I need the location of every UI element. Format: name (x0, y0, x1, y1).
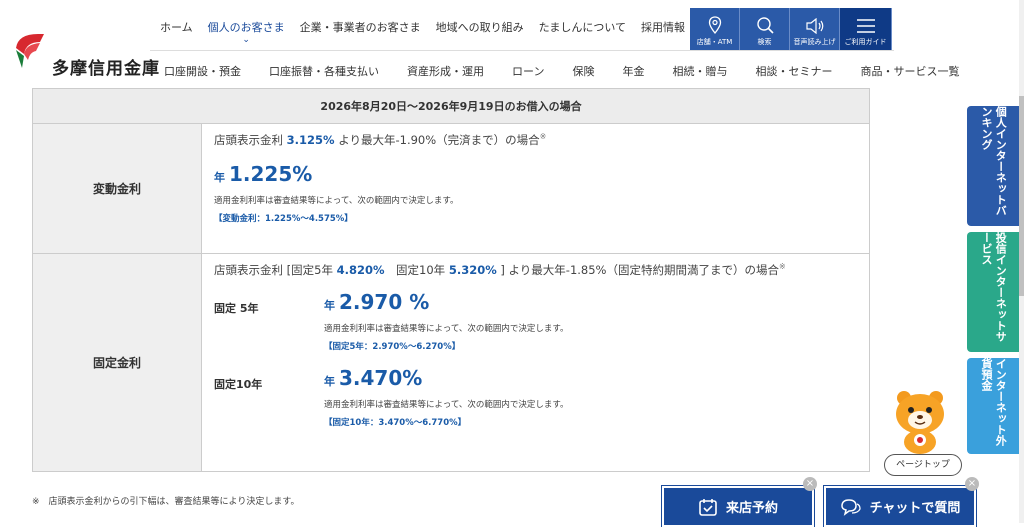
subnav-consulting[interactable]: 相談・セミナー (741, 63, 846, 79)
mascot-tiger-icon[interactable] (888, 388, 952, 458)
rate-number: 2.970 % (339, 290, 430, 314)
rate-range: 【変動金利：1.225%～4.575%】 (214, 214, 353, 224)
visit-reservation-label: 来店予約 (725, 501, 778, 516)
page-top-button[interactable]: ページトップ (884, 454, 962, 476)
subnav-account[interactable]: 口座開設・預金 (150, 63, 255, 79)
chevron-down-icon: ⌄ (242, 35, 250, 45)
chat-button[interactable]: チャットで質問 (824, 486, 976, 527)
guide-button[interactable]: ご利用ガイド (840, 8, 892, 50)
logo-mark-icon (14, 32, 46, 76)
table-heading: 2026年8月20日～2026年9月19日のお借入の場合 (32, 88, 870, 124)
footnote: ※ 店頭表示金利からの引下幅は、審査結果等により決定します。 (32, 497, 300, 507)
visit-reservation-button[interactable]: 来店予約 (662, 486, 814, 527)
guide-label: ご利用ガイド (844, 38, 887, 46)
fixed-cond-mid: 固定10年 (384, 263, 449, 277)
subnav-payment[interactable]: 口座振替・各種支払い (255, 63, 393, 79)
rate-table: 2026年8月20日～2026年9月19日のお借入の場合 変動金利 店頭表示金利… (32, 88, 870, 472)
fixed-rate-detail: 店頭表示金利 [固定5年 4.820% 固定10年 5.320% ] より最大年… (201, 253, 870, 472)
variable-cond-pre: 店頭表示金利 (214, 133, 287, 147)
rate-number: 1.225% (229, 162, 313, 186)
fixed-cond-rate10: 5.320% (448, 263, 497, 277)
map-pin-icon (708, 16, 721, 34)
fixed-5y-block: 固定 5年 年 2.970 % 適用金利利率は審査結果等によって、次の範囲内で決定… (214, 290, 859, 352)
rate-prefix: 年 (324, 299, 335, 312)
fixed-condition: 店頭表示金利 [固定5年 4.820% 固定10年 5.320% ] より最大年… (214, 262, 859, 278)
subnav-loan[interactable]: ローン (498, 63, 558, 79)
site-header: 多摩信用金庫 ホーム 個人のお客さま ⌄ 企業・事業者のお客さま 地域への取り組み… (0, 0, 1024, 92)
topnav-business[interactable]: 企業・事業者のお客さま (300, 19, 421, 35)
rate-content: 2026年8月20日～2026年9月19日のお借入の場合 変動金利 店頭表示金利… (32, 88, 870, 472)
rate-range: 【固定10年：3.470%～6.770%】 (324, 418, 467, 428)
rate-note: 適用金利利率は審査結果等によって、次の範囲内で決定します。 (324, 324, 569, 334)
fixed-5y-label: 固定 5年 (214, 302, 259, 315)
fixed-cond-pre: 店頭表示金利 [固定5年 (214, 263, 337, 277)
rate-range: 【固定5年：2.970%～6.270%】 (324, 342, 461, 352)
fixed-rate-label: 固定金利 (32, 253, 202, 472)
rate-prefix: 年 (324, 375, 335, 388)
subnav-products[interactable]: 商品・サービス一覧 (846, 63, 973, 79)
scrollbar-thumb[interactable] (1019, 96, 1024, 296)
variable-condition: 店頭表示金利 3.125% より最大年-1.90%（完済まで）の場合※ (214, 132, 859, 148)
store-atm-label: 店舗・ATM (696, 38, 733, 46)
close-chat-button[interactable]: × (965, 477, 979, 491)
speaker-icon (805, 18, 823, 34)
logo-text: 多摩信用金庫 (52, 59, 160, 79)
side-tab-internet-banking[interactable]: 個人インターネットバンキング (967, 106, 1019, 226)
fixed-cond-post: ] より最大年-1.85%（固定特約期間満了まで）の場合 (496, 263, 779, 277)
variable-cond-post: より最大年-1.90%（完済まで）の場合 (334, 133, 540, 147)
close-reservation-button[interactable]: × (803, 477, 817, 491)
logo[interactable]: 多摩信用金庫 (14, 28, 160, 79)
subnav-pension[interactable]: 年金 (608, 63, 658, 79)
fixed-5y-values: 年 2.970 % 適用金利利率は審査結果等によって、次の範囲内で決定します。 【… (324, 290, 569, 352)
search-label: 検索 (757, 38, 772, 46)
chat-bubble-icon (840, 498, 861, 516)
variable-rate-value: 年 1.225% (214, 162, 859, 186)
variable-rate-label: 変動金利 (32, 123, 202, 254)
fixed-10y-label: 固定10年 (214, 378, 263, 391)
fixed-10y-block: 固定10年 年 3.470% 適用金利利率は審査結果等によって、次の範囲内で決定し… (214, 366, 859, 428)
subnav-investment[interactable]: 資産形成・運用 (393, 63, 498, 79)
rate-number: 3.470% (339, 366, 423, 390)
topnav-recruit[interactable]: 採用情報 (641, 19, 685, 35)
footnote-mark: ※ (539, 132, 547, 142)
rate-prefix: 年 (214, 171, 225, 184)
read-aloud-button[interactable]: 音声読み上げ (790, 8, 840, 50)
calendar-icon (699, 498, 717, 516)
store-atm-button[interactable]: 店舗・ATM (690, 8, 740, 50)
subnav-insurance[interactable]: 保険 (558, 63, 608, 79)
top-nav: ホーム 個人のお客さま ⌄ 企業・事業者のお客さま 地域への取り組み たましんにつ… (160, 8, 700, 46)
search-icon (756, 17, 774, 34)
variable-rate-detail: 店頭表示金利 3.125% より最大年-1.90%（完済まで）の場合※ 年 1.2… (201, 123, 870, 254)
read-aloud-label: 音声読み上げ (793, 38, 836, 46)
menu-icon (856, 19, 875, 33)
variable-cond-rate: 3.125% (286, 133, 335, 147)
search-button[interactable]: 検索 (740, 8, 790, 50)
side-tab-investment-trust[interactable]: 投信インターネットサービス (967, 232, 1019, 352)
sub-nav: 口座開設・預金 口座振替・各種支払い 資産形成・運用 ローン 保険 年金 相続・… (150, 50, 959, 91)
footnote-mark: ※ (778, 262, 786, 272)
side-tab-foreign-deposit[interactable]: インターネット外貨預金 (967, 358, 1019, 454)
fixed-10y-values: 年 3.470% 適用金利利率は審査結果等によって、次の範囲内で決定します。 【固… (324, 366, 569, 428)
rate-note: 適用金利利率は審査結果等によって、次の範囲内で決定します。 (324, 400, 569, 410)
fixed-5y-rate: 年 2.970 % (324, 290, 569, 314)
rate-note: 適用金利利率は審査結果等によって、次の範囲内で決定します。 (214, 196, 459, 206)
topnav-personal-label: 個人のお客さま (207, 21, 285, 34)
chat-label: チャットで質問 (869, 501, 961, 516)
topnav-home[interactable]: ホーム (160, 19, 193, 35)
topnav-about[interactable]: たましんについて (539, 19, 626, 35)
fixed-10y-rate: 年 3.470% (324, 366, 569, 390)
topnav-community[interactable]: 地域への取り組み (436, 19, 524, 35)
fixed-cond-rate5: 4.820% (336, 263, 385, 277)
subnav-inheritance[interactable]: 相続・贈与 (658, 63, 741, 79)
header-tools: 店舗・ATM 検索 音声読み上げ ご利用ガイド (690, 8, 892, 50)
topnav-personal[interactable]: 個人のお客さま ⌄ (207, 19, 285, 45)
